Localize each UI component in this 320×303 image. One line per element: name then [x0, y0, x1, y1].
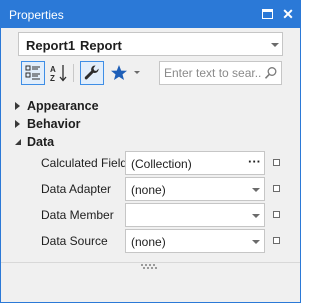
- object-type: Report: [80, 38, 122, 53]
- categorized-icon: [25, 65, 40, 80]
- wrench-icon: [84, 65, 99, 80]
- svg-text:A: A: [50, 65, 56, 74]
- properties-panel: Properties ✕ Report1 Report A Z Enter te…: [0, 0, 301, 303]
- panel-content: Report1 Report A Z Enter text to sear...…: [1, 28, 300, 302]
- star-icon: [111, 65, 127, 80]
- search-box[interactable]: [159, 61, 282, 85]
- category-label: Appearance: [27, 99, 99, 113]
- property-editor[interactable]: (none): [125, 177, 265, 201]
- category-behavior[interactable]: Behavior: [1, 115, 300, 133]
- property-row-data-source: Data Source (none): [1, 229, 300, 253]
- restore-icon: [262, 9, 273, 19]
- category-label: Behavior: [27, 117, 81, 131]
- chevron-down-icon[interactable]: [252, 214, 260, 218]
- property-editor[interactable]: [125, 203, 265, 227]
- category-appearance[interactable]: Appearance: [1, 97, 300, 115]
- restore-button[interactable]: [260, 6, 276, 22]
- property-row-data-adapter: Data Adapter (none): [1, 177, 300, 201]
- events-button[interactable]: [107, 61, 131, 85]
- sort-alphabetical-button[interactable]: A Z: [47, 61, 71, 85]
- events-dropdown-button[interactable]: [131, 61, 145, 85]
- expand-arrow-icon[interactable]: [13, 101, 23, 111]
- property-marker-icon[interactable]: [273, 237, 280, 244]
- categorized-button[interactable]: [21, 61, 45, 85]
- close-icon: ✕: [282, 6, 294, 22]
- category-label: Data: [27, 135, 55, 149]
- property-value: (none): [131, 235, 166, 249]
- ellipsis-button[interactable]: ···: [248, 154, 261, 169]
- resize-grip-icon[interactable]: [141, 263, 159, 269]
- panel-title: Properties: [9, 8, 64, 22]
- category-data[interactable]: Data: [1, 133, 300, 151]
- toolbar: A Z: [1, 61, 300, 87]
- chevron-down-icon[interactable]: [252, 240, 260, 244]
- svg-text:Z: Z: [50, 74, 55, 83]
- chevron-down-icon: [134, 71, 140, 74]
- chevron-down-icon: [271, 43, 279, 47]
- toolbar-separator: [73, 64, 74, 82]
- chevron-down-icon[interactable]: [252, 188, 260, 192]
- sort-alphabetical-icon: A Z: [50, 65, 67, 83]
- title-bar: Properties ✕: [1, 1, 300, 28]
- property-marker-icon[interactable]: [273, 159, 280, 166]
- object-selector[interactable]: Report1 Report: [18, 32, 283, 56]
- property-value: (Collection): [131, 157, 192, 171]
- property-row-calculated-fields: Calculated Fields (Collection) ···: [1, 151, 300, 175]
- close-button[interactable]: ✕: [280, 6, 296, 22]
- property-name: Data Member: [41, 208, 114, 222]
- property-marker-icon[interactable]: [273, 211, 280, 218]
- property-editor[interactable]: (Collection) ···: [125, 151, 265, 175]
- property-name: Data Adapter: [41, 182, 112, 196]
- property-marker-icon[interactable]: [273, 185, 280, 192]
- search-input[interactable]: [164, 65, 262, 81]
- property-name: Data Source: [41, 234, 108, 248]
- search-icon[interactable]: [264, 66, 278, 80]
- property-value: (none): [131, 183, 166, 197]
- property-editor[interactable]: (none): [125, 229, 265, 253]
- collapse-arrow-icon[interactable]: [13, 137, 23, 147]
- property-name: Calculated Fields: [41, 156, 134, 170]
- expand-arrow-icon[interactable]: [13, 119, 23, 129]
- property-row-data-member: Data Member: [1, 203, 300, 227]
- object-name: Report1: [26, 38, 76, 53]
- properties-button[interactable]: [80, 61, 104, 85]
